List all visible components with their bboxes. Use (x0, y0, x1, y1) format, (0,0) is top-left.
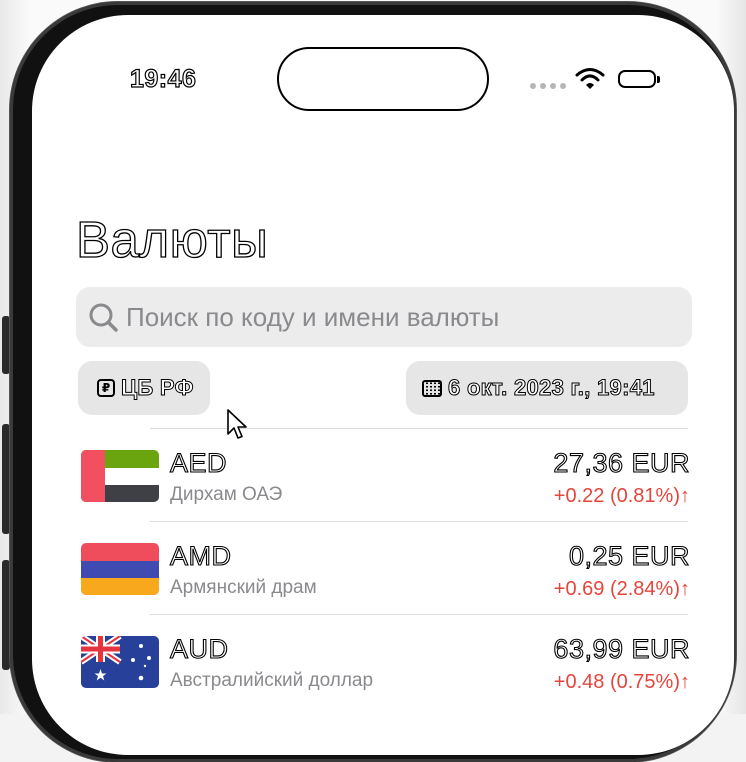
currency-code: AMD (169, 540, 232, 571)
search-bar[interactable] (76, 287, 692, 347)
armenia-flag-icon (81, 543, 159, 595)
side-button-left-2 (2, 424, 10, 534)
side-button-left-3 (2, 560, 10, 670)
search-icon (89, 303, 118, 332)
currency-change: +0.22 (0.81%)↑ (553, 485, 690, 507)
currency-name: Австралийский доллар (170, 670, 374, 691)
australia-flag-icon (81, 636, 159, 688)
currency-row-amd[interactable]: AMD Армянский драм 0,25 EUR +0.69 (2.84%… (32, 521, 734, 613)
search-input[interactable] (126, 287, 666, 347)
date-filter-button[interactable]: 6 окт. 2023 г., 19:41 (406, 361, 688, 415)
status-time: 19:46 (129, 64, 197, 93)
currency-price: 63,99 EUR (553, 633, 690, 664)
currency-row-aed[interactable]: AED Дирхам ОАЭ 27,36 EUR +0.22 (0.81%)↑ (32, 428, 734, 520)
source-filter-label: ЦБ РФ (121, 375, 194, 401)
mouse-pointer-icon (227, 409, 247, 439)
currency-name: Дирхам ОАЭ (170, 484, 283, 505)
page-title: Валюты (75, 210, 269, 268)
uae-flag-icon (81, 450, 159, 502)
battery-icon (618, 70, 660, 88)
status-bar: 19:46 (32, 15, 734, 145)
currency-change: +0.69 (2.84%)↑ (553, 578, 690, 600)
currency-change: +0.48 (0.75%)↑ (553, 671, 690, 693)
wifi-icon (575, 68, 605, 89)
ruble-icon: ₽ (97, 379, 115, 397)
currency-row-aud[interactable]: AUD Австралийский доллар 63,99 EUR +0.48… (32, 614, 734, 706)
phone-screen: 19:46 Валюты ₽ ЦБ РФ 6 окт. 2023 г., (32, 15, 734, 755)
calendar-icon (422, 379, 442, 397)
currency-code: AED (169, 447, 228, 478)
phone-frame: 19:46 Валюты ₽ ЦБ РФ 6 окт. 2023 г., (10, 2, 736, 762)
dynamic-island (277, 47, 489, 111)
source-filter-button[interactable]: ₽ ЦБ РФ (78, 361, 210, 415)
currency-code: AUD (169, 633, 229, 664)
currency-name: Армянский драм (170, 577, 317, 598)
currency-price: 27,36 EUR (553, 447, 690, 478)
date-filter-label: 6 окт. 2023 г., 19:41 (448, 375, 655, 401)
signal-dots-icon (530, 83, 566, 89)
side-button-left-1 (2, 316, 10, 374)
currency-price: 0,25 EUR (568, 540, 690, 571)
